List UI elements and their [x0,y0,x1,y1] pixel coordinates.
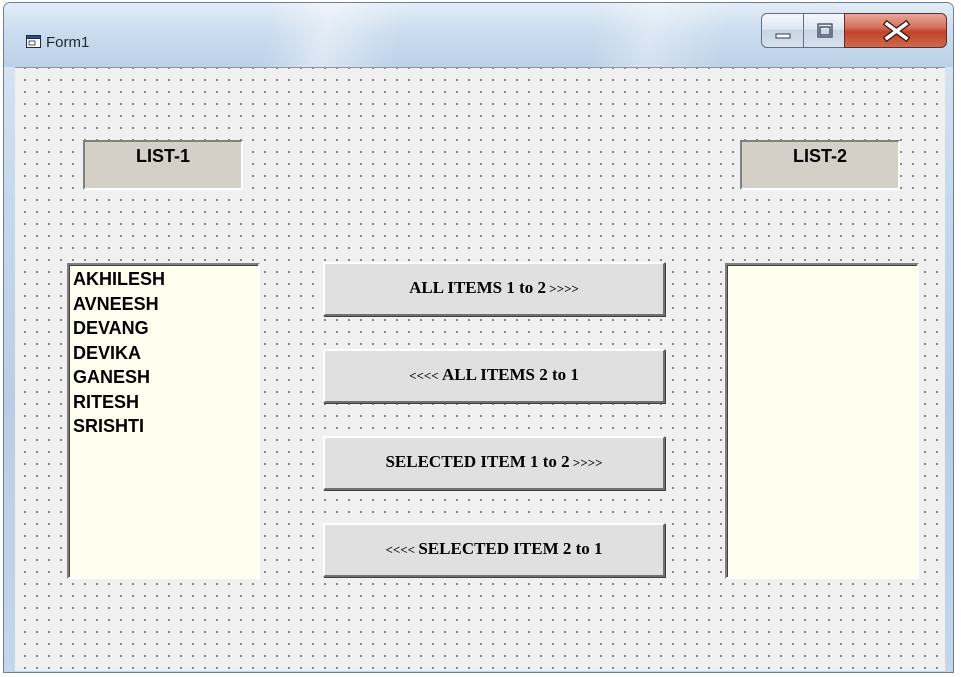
window-title: Form1 [46,34,90,51]
minimize-button[interactable] [761,13,804,48]
list-item[interactable]: DEVIKA [73,341,258,366]
form-window: Form1 LIST-1 LIST-2 AKHILESH AVNEESH DEV… [3,2,954,673]
button-label: ALL ITEMS 1 to 2 [409,278,547,297]
list-item[interactable]: AVNEESH [73,292,258,317]
list-item[interactable]: DEVANG [73,316,258,341]
list2-listbox[interactable] [725,263,919,579]
button-label: ALL ITEMS 2 to 1 [441,365,579,384]
button-arrows: >>>> [569,455,603,470]
list-item[interactable]: RITESH [73,390,258,415]
button-label: SELECTED ITEM 1 to 2 [385,452,570,471]
all-items-1-to-2-button[interactable]: ALL ITEMS 1 to 2 >>>> [323,262,665,316]
list2-label: LIST-2 [740,140,900,190]
list-item[interactable]: AKHILESH [73,267,258,292]
list-item[interactable]: SRISHTI [73,414,258,439]
title-bar[interactable]: Form1 [4,3,953,67]
selected-item-2-to-1-button[interactable]: <<<< SELECTED ITEM 2 to 1 [323,523,665,577]
button-arrows: <<<< [385,542,419,557]
button-arrows: <<<< [409,368,442,383]
list1-listbox[interactable]: AKHILESH AVNEESH DEVANG DEVIKA GANESH RI… [67,263,260,579]
minimize-icon [775,33,791,39]
maximize-icon [817,23,833,38]
button-label: SELECTED ITEM 2 to 1 [418,539,603,558]
list-item[interactable]: GANESH [73,365,258,390]
form-window-icon [26,35,41,48]
button-arrows: >>>> [546,281,579,296]
list1-label: LIST-1 [83,140,243,190]
all-items-2-to-1-button[interactable]: <<<< ALL ITEMS 2 to 1 [323,349,665,403]
form-client-area: LIST-1 LIST-2 AKHILESH AVNEESH DEVANG DE… [15,67,945,671]
close-button[interactable] [844,13,947,48]
maximize-button[interactable] [803,13,845,48]
selected-item-1-to-2-button[interactable]: SELECTED ITEM 1 to 2 >>>> [323,436,665,490]
close-icon [882,19,911,43]
